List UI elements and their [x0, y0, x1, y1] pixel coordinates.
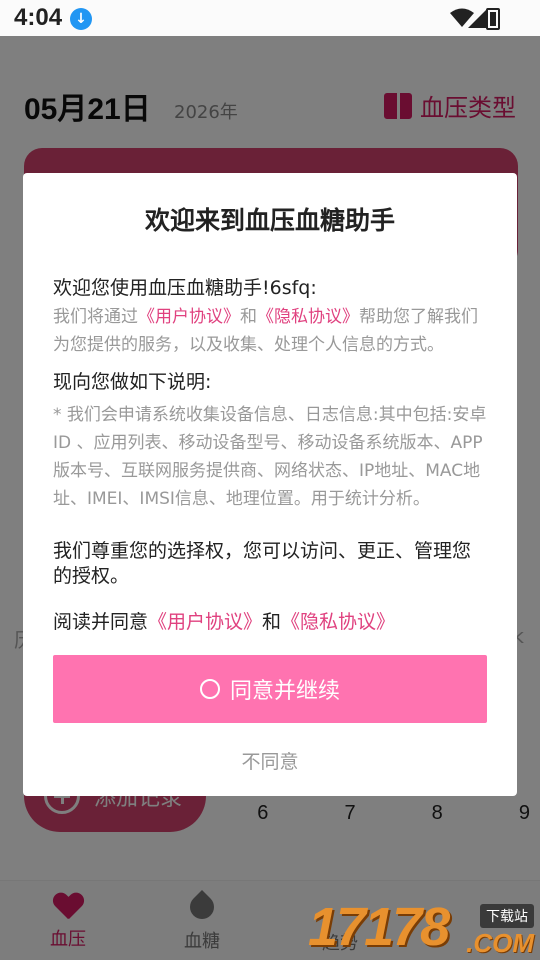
cell-signal-icon — [468, 8, 488, 28]
dialog-details-scroll[interactable]: * 我们会申请系统收集设备信息、日志信息:其中包括:安卓ID 、应用列表、移动设… — [53, 401, 489, 511]
privacy-dialog: 欢迎来到血压血糖助手 欢迎您使用血压血糖助手!6sfq: 我们将通过《用户协议》… — [23, 173, 517, 796]
status-time: 4:04 — [14, 4, 63, 31]
dialog-title: 欢迎来到血压血糖助手 — [144, 206, 395, 235]
download-icon: ↓ — [70, 8, 92, 30]
agree-button-label: 同意并继续 — [229, 679, 340, 704]
privacy-agreement-link[interactable]: 《隐私协议》 — [257, 307, 359, 327]
user-agreement-link[interactable]: 《用户协议》 — [138, 307, 240, 327]
intro-prefix: 我们将通过 — [53, 307, 138, 327]
status-bar: 4:04 ↓ — [0, 0, 540, 36]
watermark-domain: .COM — [466, 928, 534, 958]
watermark-number: 17178 — [308, 897, 450, 957]
watermark-badge: 下载站 — [480, 904, 534, 928]
site-watermark: 17178 下载站 .COM — [304, 896, 534, 958]
intro-and: 和 — [240, 307, 257, 327]
dialog-greeting: 欢迎您使用血压血糖助手!6sfq: — [53, 277, 317, 299]
dialog-section-title: 现向您做如下说明: — [53, 371, 212, 393]
radio-circle-icon — [199, 679, 220, 699]
agree-continue-button[interactable]: 同意并继续 — [53, 655, 487, 723]
dialog-choice-text: 我们尊重您的选择权，您可以访问、更正、管理您的授权。 — [53, 540, 472, 587]
read-agree-line: 阅读并同意《用户协议》和《隐私协议》 — [53, 607, 395, 634]
battery-icon — [486, 8, 500, 30]
disagree-button[interactable]: 不同意 — [23, 747, 517, 774]
user-agreement-link-2[interactable]: 《用户协议》 — [148, 611, 262, 633]
dialog-intro: 我们将通过《用户协议》和《隐私协议》帮助您了解我们为您提供的服务，以及收集、处理… — [53, 303, 489, 359]
read-agree-label: 阅读并同意 — [53, 611, 149, 633]
read-agree-and: 和 — [262, 611, 282, 633]
privacy-agreement-link-2[interactable]: 《隐私协议》 — [281, 611, 395, 633]
